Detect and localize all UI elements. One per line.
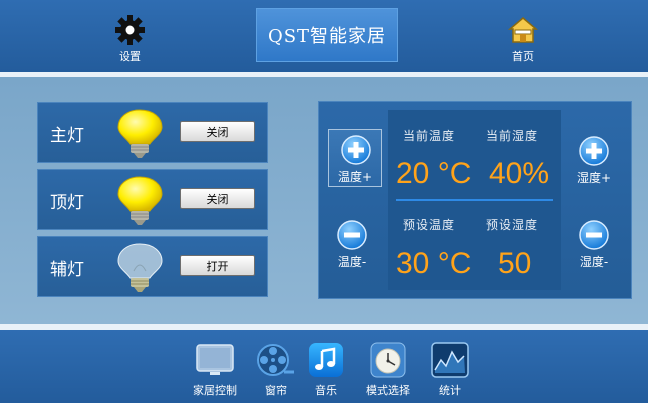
home-icon bbox=[507, 17, 539, 43]
brand-title: QST智能家居 bbox=[256, 8, 398, 62]
bulb-on-icon bbox=[117, 109, 163, 158]
light-name: 顶灯 bbox=[50, 193, 84, 213]
home-button[interactable]: 首页 bbox=[493, 12, 553, 64]
dock-label: 家居控制 bbox=[193, 384, 237, 397]
dock-mode-select[interactable]: 模式选择 bbox=[362, 342, 414, 398]
light-panel-top: 顶灯 关闭 bbox=[37, 169, 268, 230]
dock-music[interactable]: 音乐 bbox=[306, 342, 346, 398]
dock-label: 窗帘 bbox=[265, 384, 287, 397]
monitor-icon bbox=[196, 344, 234, 375]
bulb-on-icon bbox=[117, 176, 163, 225]
home-label: 首页 bbox=[512, 50, 534, 63]
current-temp-value: 20 °C bbox=[396, 157, 472, 190]
dock-label: 模式选择 bbox=[366, 384, 410, 397]
light-panel-aux: 辅灯 打开 bbox=[37, 236, 268, 297]
minus-circle-icon bbox=[337, 220, 367, 250]
humidity-down-label: 湿度- bbox=[579, 255, 609, 269]
readout-divider bbox=[396, 199, 553, 201]
preset-humidity-value: 50 bbox=[498, 247, 532, 280]
preset-temp-label: 预设温度 bbox=[403, 218, 456, 232]
dock-curtain[interactable]: 窗帘 bbox=[256, 342, 296, 398]
chart-icon bbox=[431, 342, 469, 378]
clock-icon bbox=[370, 342, 406, 378]
light-panel-main: 主灯 关闭 bbox=[37, 102, 268, 163]
dock-home-control[interactable]: 家居控制 bbox=[188, 342, 242, 398]
settings-button[interactable]: 设置 bbox=[100, 12, 160, 64]
humidity-down-button[interactable]: 湿度- bbox=[567, 215, 621, 273]
current-humidity-value: 40% bbox=[489, 157, 550, 190]
dock-label: 音乐 bbox=[315, 384, 337, 397]
bulb-off-icon bbox=[117, 243, 163, 292]
humidity-up-label: 湿度+ bbox=[576, 171, 612, 185]
plus-circle-icon bbox=[341, 135, 371, 165]
light-name: 主灯 bbox=[50, 126, 84, 146]
temp-up-button[interactable]: 温度+ bbox=[328, 129, 382, 187]
current-temp-label: 当前温度 bbox=[403, 129, 456, 143]
light-toggle-button[interactable]: 关闭 bbox=[180, 121, 255, 142]
humidity-up-button[interactable]: 湿度+ bbox=[567, 131, 621, 189]
light-name: 辅灯 bbox=[50, 260, 84, 280]
light-toggle-button[interactable]: 关闭 bbox=[180, 188, 255, 209]
temp-up-label: 温度+ bbox=[337, 170, 373, 184]
light-toggle-button[interactable]: 打开 bbox=[180, 255, 255, 276]
settings-label: 设置 bbox=[119, 50, 141, 63]
temp-down-label: 温度- bbox=[337, 255, 367, 269]
current-humidity-label: 当前湿度 bbox=[486, 129, 539, 143]
gear-icon bbox=[115, 15, 145, 45]
film-reel-icon bbox=[257, 344, 294, 376]
dock-statistics[interactable]: 统计 bbox=[430, 342, 470, 398]
minus-circle-icon bbox=[579, 220, 609, 250]
preset-temp-value: 30 °C bbox=[396, 247, 472, 280]
dock-label: 统计 bbox=[439, 384, 461, 397]
preset-humidity-label: 预设湿度 bbox=[486, 218, 539, 232]
temp-down-button[interactable]: 温度- bbox=[325, 215, 379, 273]
plus-circle-icon bbox=[579, 136, 609, 166]
music-note-icon bbox=[309, 343, 343, 377]
